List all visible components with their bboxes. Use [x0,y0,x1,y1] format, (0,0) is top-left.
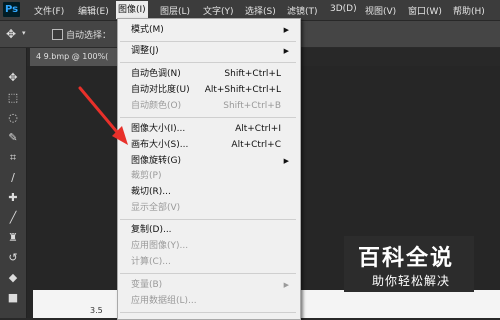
red-pointer-arrow-icon [78,86,128,145]
